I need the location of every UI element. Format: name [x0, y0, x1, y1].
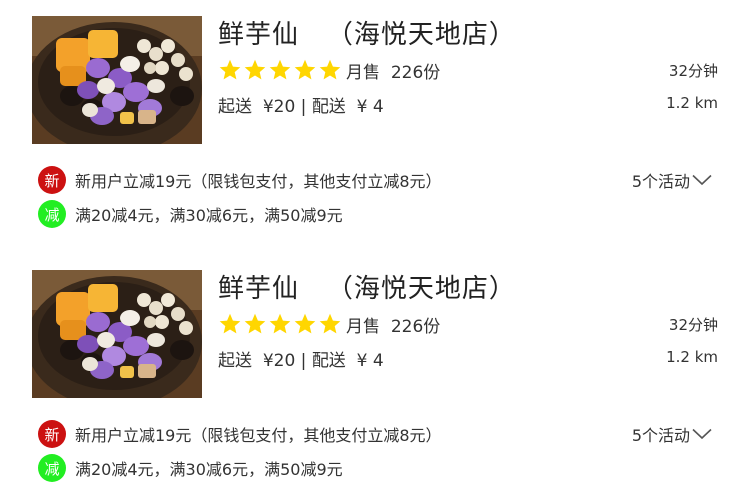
rating-stars [218, 312, 342, 336]
activities-label: 5个活动 [631, 172, 690, 191]
separator: | [300, 351, 307, 371]
promo-new-user: 新 新用户立减19元（限钱包支付，其他支付立减8元） [38, 420, 442, 448]
star-icon [293, 312, 317, 336]
distance: 1.2 km [666, 348, 718, 366]
restaurant-thumbnail[interactable] [32, 270, 202, 398]
distance: 1.2 km [666, 94, 718, 112]
sales-value: 226份 [390, 63, 441, 83]
star-icon [243, 58, 267, 82]
promo-discount: 减 满20减4元，满30减6元，满50减9元 [38, 454, 343, 482]
star-icon [218, 312, 242, 336]
delivery-info: 起送 ¥20 | 配送 ¥ 4 [218, 92, 384, 117]
star-icon [243, 312, 267, 336]
separator: | [300, 97, 307, 117]
chevron-down-icon [690, 428, 712, 440]
promo-discount-text: 满20减4元，满30减6元，满50减9元 [75, 206, 343, 225]
activities-toggle[interactable]: 5个活动 [632, 166, 712, 194]
star-icon [318, 312, 342, 336]
discount-badge: 减 [38, 200, 66, 228]
delivery-time: 32分钟 [668, 316, 718, 334]
sales-value: 226份 [390, 317, 441, 337]
activities-toggle[interactable]: 5个活动 [632, 420, 712, 448]
restaurant-title[interactable]: 鲜芋仙 （海悦天地店） [218, 268, 516, 305]
restaurant-title[interactable]: 鲜芋仙 （海悦天地店） [218, 14, 516, 51]
min-order-label: 起送 [218, 351, 252, 371]
new-user-badge: 新 [38, 420, 66, 448]
monthly-sales: 月售 226份 [346, 58, 440, 83]
restaurant-card[interactable]: 鲜芋仙 （海悦天地店） 月售 226份 32分钟 起送 ¥20 | 配送 ¥ 4… [0, 0, 750, 241]
delivery-time: 32分钟 [668, 62, 718, 80]
restaurant-name: 鲜芋仙 [218, 20, 300, 50]
star-icon [218, 58, 242, 82]
new-user-badge: 新 [38, 166, 66, 194]
min-order-value: ¥20 [262, 97, 296, 117]
restaurant-name: 鲜芋仙 [218, 274, 300, 304]
rating-stars [218, 58, 342, 82]
sales-label: 月售 [346, 63, 380, 83]
delivery-fee-label: 配送 [311, 351, 346, 371]
delivery-fee-label: 配送 [311, 97, 346, 117]
monthly-sales: 月售 226份 [346, 312, 440, 337]
promo-new-text: 新用户立减19元（限钱包支付，其他支付立减8元） [75, 426, 442, 445]
activities-label: 5个活动 [631, 426, 690, 445]
restaurant-branch: （海悦天地店） [326, 20, 516, 50]
restaurant-branch: （海悦天地店） [326, 274, 516, 304]
delivery-fee-value: ¥ 4 [356, 97, 384, 117]
sales-label: 月售 [346, 317, 380, 337]
restaurant-card[interactable]: 鲜芋仙 （海悦天地店） 月售 226份 32分钟 起送 ¥20 | 配送 ¥ 4… [0, 254, 750, 495]
promo-discount: 减 满20减4元，满30减6元，满50减9元 [38, 200, 343, 228]
delivery-info: 起送 ¥20 | 配送 ¥ 4 [218, 346, 384, 371]
min-order-label: 起送 [218, 97, 252, 117]
promo-discount-text: 满20减4元，满30减6元，满50减9元 [75, 460, 343, 479]
delivery-fee-value: ¥ 4 [356, 351, 384, 371]
min-order-value: ¥20 [262, 351, 296, 371]
promo-new-text: 新用户立减19元（限钱包支付，其他支付立减8元） [75, 172, 442, 191]
star-icon [268, 312, 292, 336]
star-icon [293, 58, 317, 82]
promo-new-user: 新 新用户立减19元（限钱包支付，其他支付立减8元） [38, 166, 442, 194]
star-icon [318, 58, 342, 82]
chevron-down-icon [690, 174, 712, 186]
star-icon [268, 58, 292, 82]
restaurant-thumbnail[interactable] [32, 16, 202, 144]
discount-badge: 减 [38, 454, 66, 482]
